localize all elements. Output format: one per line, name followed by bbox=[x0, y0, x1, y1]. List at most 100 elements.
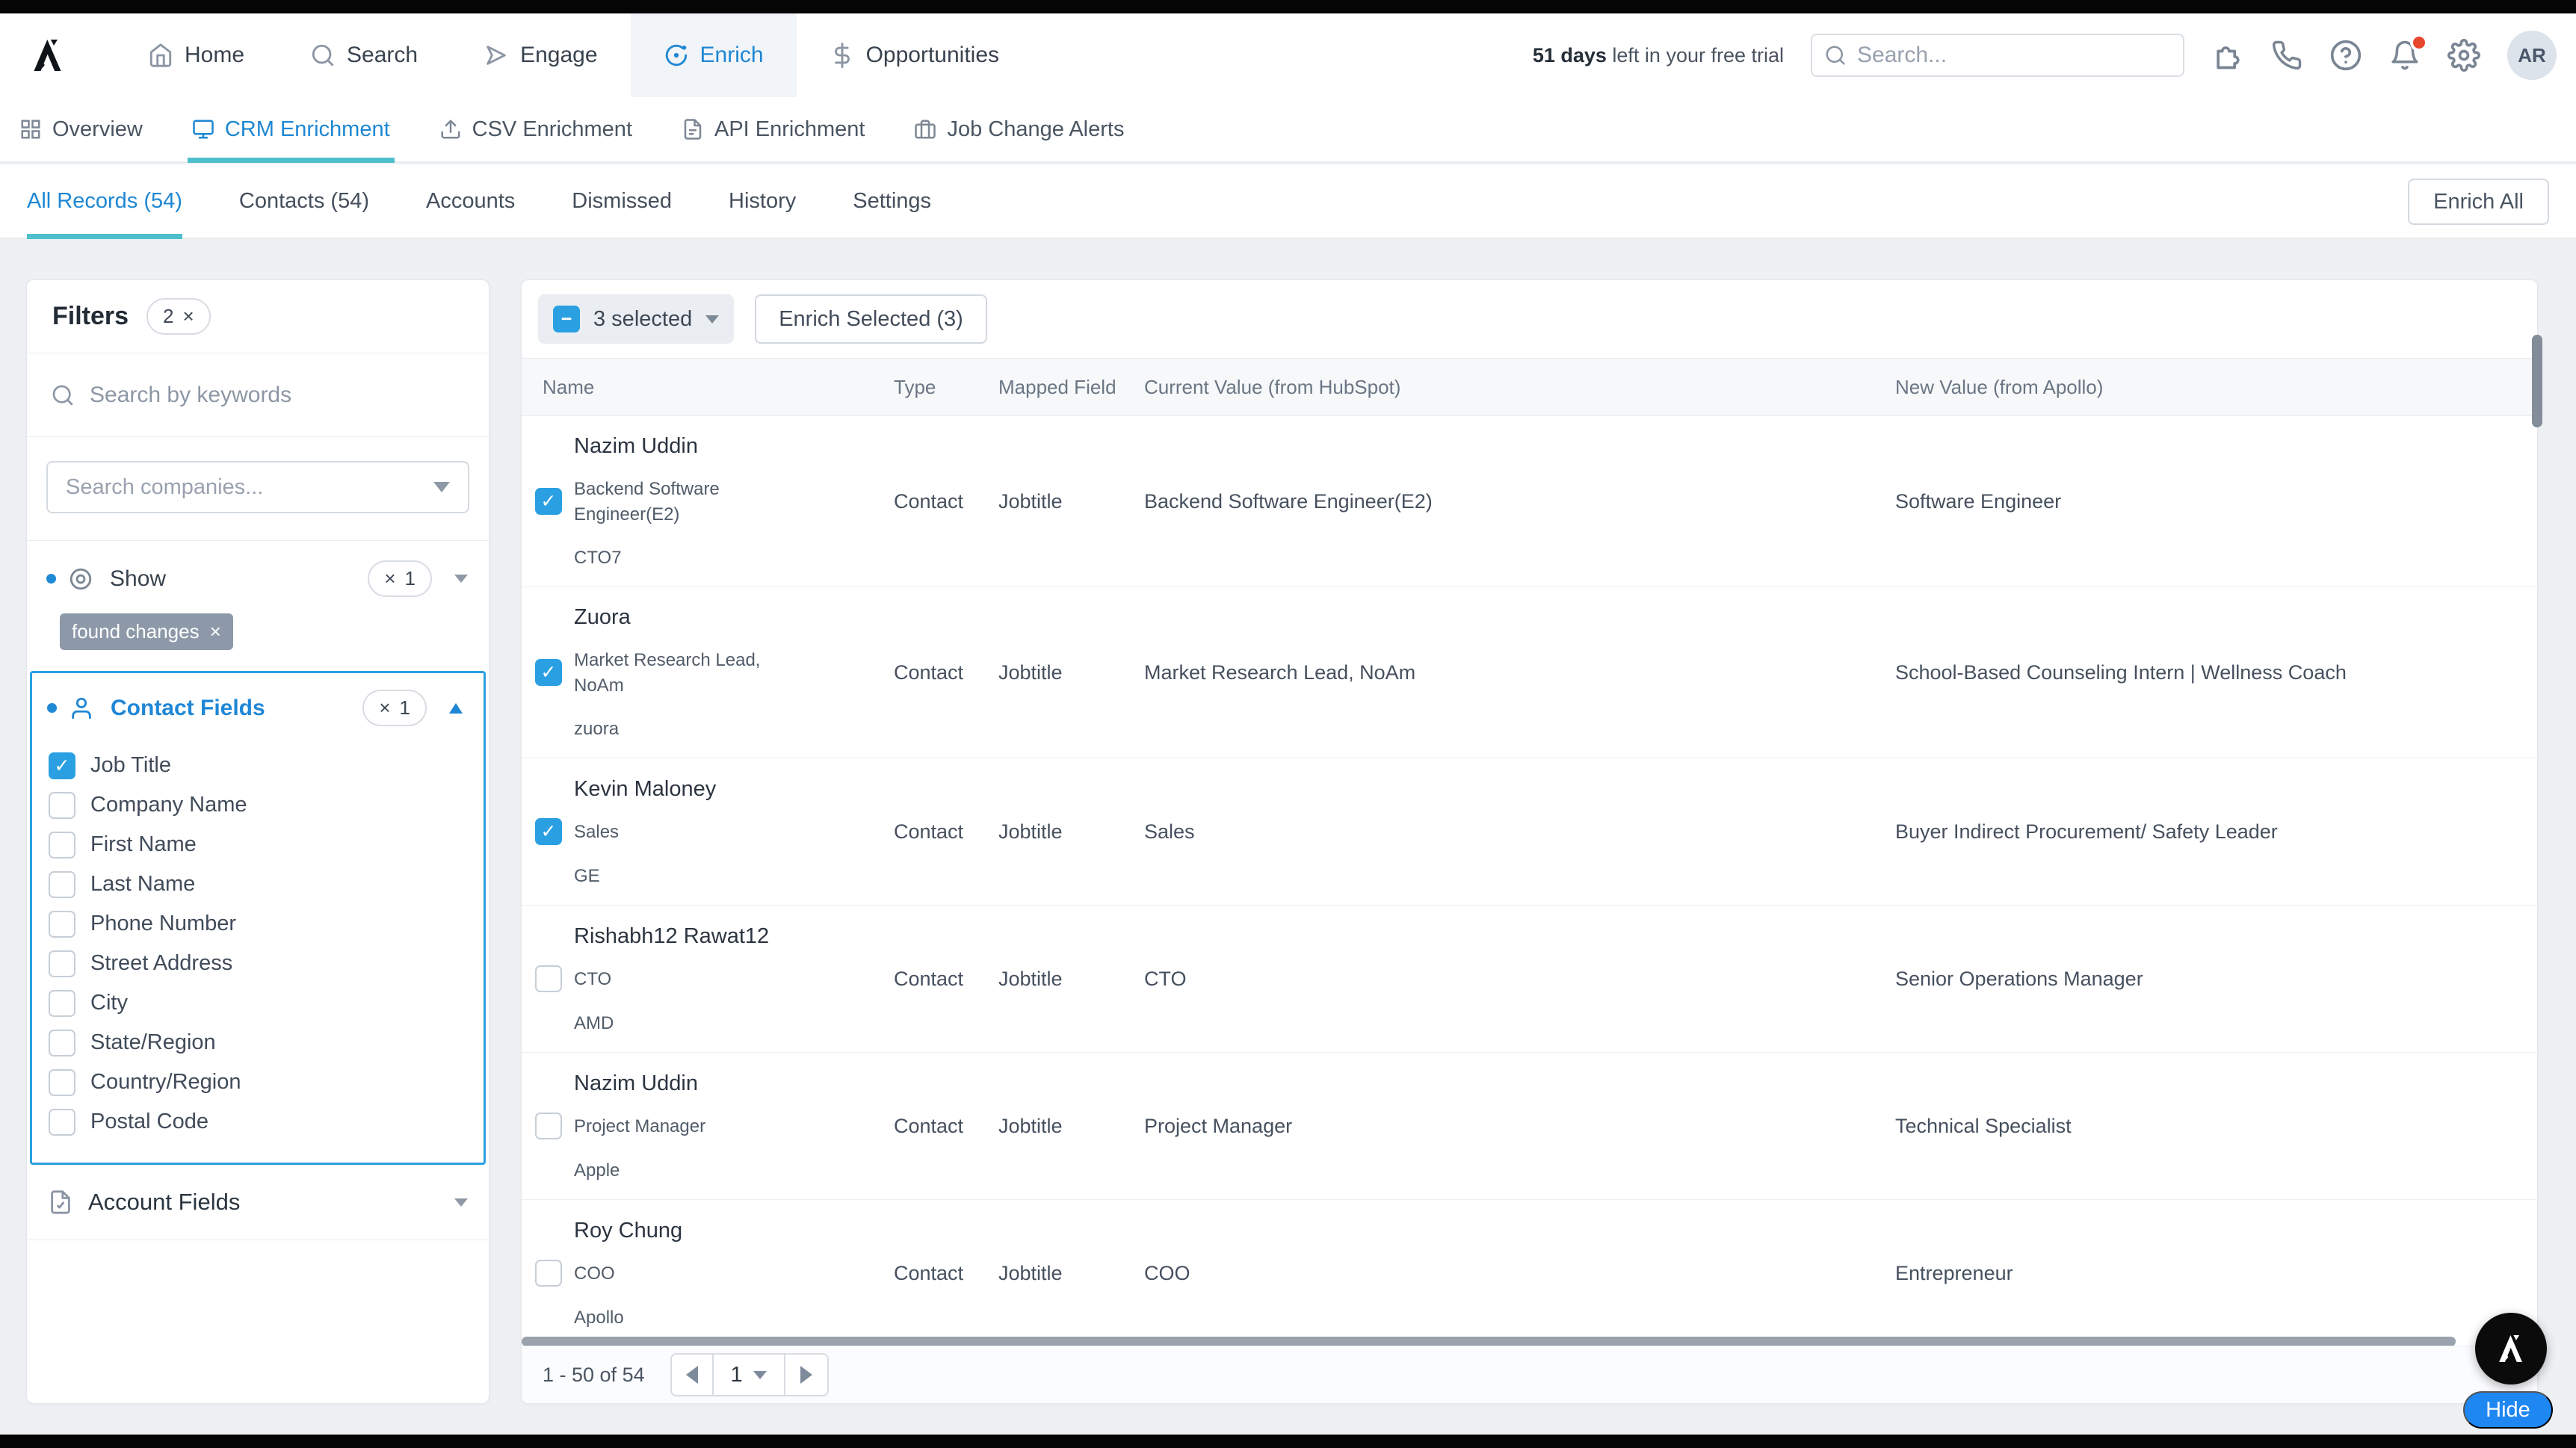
column-header-new-value[interactable]: New Value (from Apollo) bbox=[1895, 376, 2537, 399]
contact-name[interactable]: Nazim Uddin bbox=[574, 434, 879, 459]
contact-name[interactable]: Roy Chung bbox=[574, 1219, 879, 1243]
page-select[interactable]: 1 bbox=[714, 1355, 785, 1395]
tab-all-records[interactable]: All Records (54) bbox=[27, 164, 182, 238]
checkbox[interactable]: ✓ bbox=[49, 1109, 75, 1136]
clear-filters-icon[interactable]: × bbox=[183, 305, 194, 328]
column-header-current-value[interactable]: Current Value (from HubSpot) bbox=[1144, 376, 1895, 399]
trial-countdown: 51 days left in your free trial bbox=[1533, 44, 1784, 67]
nav-item-engage[interactable]: Engage bbox=[451, 13, 630, 97]
checkbox[interactable]: ✓ bbox=[49, 990, 75, 1017]
field-option-phone-number[interactable]: ✓Phone Number bbox=[49, 904, 484, 944]
table-row[interactable]: ✓ Nazim UddinProject ManagerApple Contac… bbox=[522, 1053, 2537, 1200]
subnav-item-crm-enrichment[interactable]: CRM Enrichment bbox=[192, 97, 390, 161]
hide-button[interactable]: Hide bbox=[2463, 1391, 2553, 1429]
row-checkbox[interactable]: ✓ bbox=[535, 1260, 562, 1287]
field-option-city[interactable]: ✓City bbox=[49, 983, 484, 1023]
subnav-item-csv-enrichment[interactable]: CSV Enrichment bbox=[439, 97, 632, 161]
field-option-street-address[interactable]: ✓Street Address bbox=[49, 944, 484, 983]
account-fields-header[interactable]: Account Fields bbox=[27, 1165, 489, 1240]
contact-fields-header[interactable]: Contact Fields ×1 bbox=[32, 690, 484, 726]
clear-icon[interactable]: × bbox=[384, 567, 395, 590]
table-row[interactable]: ✓ ZuoraMarket Research Lead, NoAmzuora C… bbox=[522, 587, 2537, 758]
tab-dismissed[interactable]: Dismissed bbox=[572, 164, 672, 238]
extensions-button[interactable] bbox=[2211, 39, 2244, 72]
row-checkbox[interactable]: ✓ bbox=[535, 659, 562, 686]
subnav-item-api-enrichment[interactable]: API Enrichment bbox=[682, 97, 865, 161]
selection-dropdown[interactable]: − 3 selected bbox=[538, 294, 734, 344]
tab-accounts[interactable]: Accounts bbox=[426, 164, 515, 238]
remove-tag-icon[interactable]: × bbox=[210, 620, 221, 643]
previous-page-button[interactable] bbox=[672, 1355, 714, 1395]
tab-settings[interactable]: Settings bbox=[853, 164, 931, 238]
field-option-country-region[interactable]: ✓Country/Region bbox=[49, 1062, 484, 1102]
checkbox[interactable]: ✓ bbox=[49, 950, 75, 977]
show-count-pill[interactable]: ×1 bbox=[368, 560, 432, 597]
contact-name[interactable]: Kevin Maloney bbox=[574, 777, 879, 802]
subnav-item-overview[interactable]: Overview bbox=[19, 97, 143, 161]
filter-tag-found-changes[interactable]: found changes× bbox=[60, 613, 233, 650]
next-page-button[interactable] bbox=[785, 1355, 827, 1395]
field-option-postal-code[interactable]: ✓Postal Code bbox=[49, 1102, 484, 1142]
checkbox[interactable]: ✓ bbox=[49, 832, 75, 858]
keyword-search-input[interactable] bbox=[90, 383, 465, 408]
checkbox[interactable]: ✓ bbox=[49, 1069, 75, 1096]
chevron-up-icon[interactable] bbox=[449, 703, 463, 714]
field-option-last-name[interactable]: ✓Last Name bbox=[49, 864, 484, 904]
keyword-search[interactable] bbox=[27, 353, 489, 437]
column-header-name[interactable]: Name bbox=[522, 376, 894, 399]
row-checkbox[interactable]: ✓ bbox=[535, 965, 562, 992]
field-option-job-title[interactable]: ✓Job Title bbox=[49, 746, 484, 785]
avatar[interactable]: AR bbox=[2507, 31, 2557, 80]
contact-name[interactable]: Rishabh12 Rawat12 bbox=[574, 924, 879, 949]
current-value-cell: Market Research Lead, NoAm bbox=[1144, 661, 1895, 684]
nav-label: Search bbox=[347, 43, 418, 68]
table-row[interactable]: ✓ Roy ChungCOOApollo Contact Jobtitle CO… bbox=[522, 1200, 2537, 1347]
company-select-input[interactable] bbox=[66, 475, 433, 500]
table-row[interactable]: ✓ Nazim UddinBackend Software Engineer(E… bbox=[522, 416, 2537, 587]
enrich-selected-button[interactable]: Enrich Selected (3) bbox=[755, 294, 987, 344]
field-option-state-region[interactable]: ✓State/Region bbox=[49, 1023, 484, 1062]
global-search-input[interactable] bbox=[1857, 43, 2171, 68]
chevron-down-icon[interactable] bbox=[454, 575, 468, 583]
contact-company: Apple bbox=[574, 1160, 879, 1181]
nav-item-enrich[interactable]: Enrich bbox=[631, 13, 797, 97]
apollo-assistant-fab[interactable] bbox=[2475, 1313, 2547, 1384]
company-select[interactable] bbox=[46, 461, 469, 513]
subnav-item-job-change-alerts[interactable]: Job Change Alerts bbox=[914, 97, 1124, 161]
contact-fields-count-pill[interactable]: ×1 bbox=[362, 690, 427, 726]
filters-count-pill[interactable]: 2× bbox=[146, 298, 211, 335]
table-row[interactable]: ✓ Kevin MaloneySalesGE Contact Jobtitle … bbox=[522, 758, 2537, 906]
vertical-scrollbar[interactable] bbox=[2532, 335, 2542, 427]
nav-item-opportunities[interactable]: Opportunities bbox=[797, 13, 1032, 97]
show-filter-header[interactable]: Show ×1 bbox=[27, 541, 489, 597]
table-row[interactable]: ✓ Rishabh12 Rawat12CTOAMD Contact Jobtit… bbox=[522, 906, 2537, 1053]
column-header-mapped-field[interactable]: Mapped Field bbox=[998, 376, 1144, 399]
checkbox[interactable]: ✓ bbox=[49, 911, 75, 938]
apollo-logo[interactable] bbox=[19, 13, 76, 97]
select-all-checkbox[interactable]: − bbox=[553, 306, 580, 332]
row-checkbox[interactable]: ✓ bbox=[535, 818, 562, 845]
row-checkbox[interactable]: ✓ bbox=[535, 488, 562, 515]
column-header-type[interactable]: Type bbox=[894, 376, 998, 399]
checkbox[interactable]: ✓ bbox=[49, 752, 75, 779]
tab-contacts[interactable]: Contacts (54) bbox=[239, 164, 369, 238]
help-button[interactable] bbox=[2329, 39, 2362, 72]
row-checkbox[interactable]: ✓ bbox=[535, 1113, 562, 1139]
tab-history[interactable]: History bbox=[729, 164, 796, 238]
field-option-company-name[interactable]: ✓Company Name bbox=[49, 785, 484, 825]
dialer-button[interactable] bbox=[2271, 40, 2302, 71]
checkbox[interactable]: ✓ bbox=[49, 1030, 75, 1056]
contact-name[interactable]: Zuora bbox=[574, 605, 879, 630]
settings-button[interactable] bbox=[2447, 39, 2480, 72]
notifications-button[interactable] bbox=[2389, 40, 2421, 71]
field-option-first-name[interactable]: ✓First Name bbox=[49, 825, 484, 864]
nav-item-home[interactable]: Home bbox=[115, 13, 277, 97]
global-search[interactable] bbox=[1811, 34, 2184, 77]
clear-icon[interactable]: × bbox=[379, 696, 390, 720]
checkbox[interactable]: ✓ bbox=[49, 871, 75, 898]
chevron-down-icon[interactable] bbox=[454, 1198, 468, 1207]
contact-name[interactable]: Nazim Uddin bbox=[574, 1071, 879, 1096]
enrich-all-button[interactable]: Enrich All bbox=[2408, 179, 2549, 225]
checkbox[interactable]: ✓ bbox=[49, 792, 75, 819]
nav-item-search[interactable]: Search bbox=[277, 13, 451, 97]
